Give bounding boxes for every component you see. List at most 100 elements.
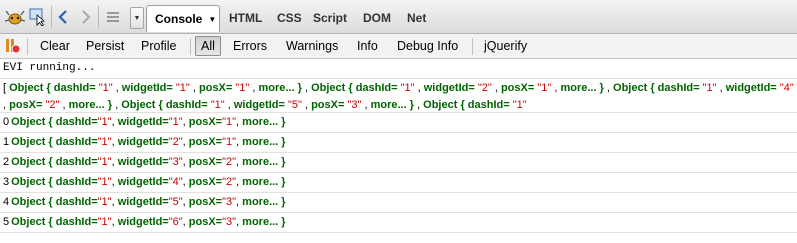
object-key[interactable]: Object { [9,82,54,94]
more-link[interactable]: more... } [242,116,285,128]
object-key: dashId= [55,196,98,208]
object-key[interactable]: posX= [199,82,235,94]
row-index: 0 [3,116,10,128]
tab-script[interactable]: Script [313,11,347,25]
profile-button[interactable]: Profile [141,39,176,53]
object-key[interactable]: posX= [9,99,45,111]
more-link[interactable]: more... } [242,216,285,228]
filter-warnings-button[interactable]: Warnings [286,39,338,53]
object-key: posX= [188,116,223,128]
more-link[interactable]: more... } [242,176,285,188]
object-key[interactable]: Object { [121,99,166,111]
log-row[interactable]: 2 Object { dashId="1", widgetId="3", posX… [0,153,797,173]
string-value: "5" [168,196,183,208]
row-index: 4 [3,196,10,208]
object-link[interactable]: Object { [11,116,56,128]
toolbar-separator [190,38,191,55]
object-key[interactable]: dashId= [166,99,211,111]
log-row[interactable]: 3 Object { dashId="1", widgetId="4", posX… [0,173,797,193]
object-key: widgetId= [117,216,169,228]
object-key[interactable]: dashId= [54,82,99,94]
filter-info-button[interactable]: Info [357,39,378,53]
string-value: "2" [477,82,495,94]
filter-all-label: All [201,39,215,53]
forward-arrow-icon[interactable] [78,6,94,28]
object-key[interactable]: Object { [311,82,356,94]
object-key[interactable]: widgetId= [234,99,288,111]
object-key[interactable]: posX= [501,82,537,94]
jquerify-button[interactable]: jQuerify [484,39,527,53]
more-link[interactable]: more... } [242,136,285,148]
string-value: "3" [347,99,365,111]
string-value: "1" [97,176,112,188]
log-row-array[interactable]: [ Object { dashId= "1" , widgetId= "1" ,… [0,79,797,113]
toolbar-separator [98,6,99,28]
firebug-icon[interactable] [4,6,26,28]
toolbar-separator [27,38,28,55]
string-value: "6" [168,216,183,228]
string-value: "2" [45,99,63,111]
object-key[interactable]: dashId= [468,99,513,111]
object-key[interactable]: more... } [560,82,606,94]
persist-button[interactable]: Persist [86,39,124,53]
object-key[interactable]: widgetId= [726,82,780,94]
log-row[interactable]: 4 Object { dashId="1", widgetId="5", posX… [0,193,797,213]
object-link[interactable]: Object { [11,176,56,188]
more-link[interactable]: more... } [242,156,285,168]
string-value: "2" [222,176,237,188]
object-key[interactable]: posX= [311,99,347,111]
string-value: "1" [98,82,116,94]
chevron-down-icon[interactable]: ▼ [130,7,144,29]
string-value: "5" [287,99,305,111]
string-value: "1" [222,136,237,148]
string-value: "4" [779,82,794,94]
object-key[interactable]: more... } [371,99,417,111]
object-link[interactable]: Object { [11,216,56,228]
string-value: "2" [222,156,237,168]
filter-debug-info-button[interactable]: Debug Info [397,39,458,53]
tab-html[interactable]: HTML [229,11,262,25]
object-key[interactable]: more... } [69,99,115,111]
object-key: widgetId= [117,136,169,148]
back-arrow-icon[interactable] [55,6,71,28]
string-value: "1" [702,82,720,94]
filter-all-button[interactable]: All [195,36,221,56]
object-key[interactable]: Object { [613,82,658,94]
object-key[interactable]: dashId= [356,82,401,94]
log-row[interactable]: 1 Object { dashId="1", widgetId="2", posX… [0,133,797,153]
tab-console[interactable]: Console ▼ [146,5,220,32]
clear-button[interactable]: Clear [40,39,70,53]
log-message: EVI running... [3,62,96,74]
object-link[interactable]: Object { [11,136,56,148]
tab-css[interactable]: CSS [277,11,302,25]
object-key[interactable]: widgetId= [122,82,176,94]
more-link[interactable]: more... } [242,196,285,208]
object-link[interactable]: Object { [11,196,56,208]
break-on-error-icon[interactable] [3,37,21,58]
object-key: posX= [188,156,223,168]
string-value: "1" [175,82,193,94]
string-value: "1" [97,116,112,128]
toolbar-separator [472,38,473,55]
log-row[interactable]: 0 Object { dashId="1", widgetId="1", posX… [0,113,797,133]
tab-net[interactable]: Net [407,11,426,25]
row-index: 3 [3,176,10,188]
object-key[interactable]: Object { [423,99,468,111]
chevron-down-icon[interactable]: ▼ [208,15,216,24]
string-value: "3" [222,196,237,208]
tab-dom[interactable]: DOM [363,11,391,25]
log-row[interactable]: 5 Object { dashId="1", widgetId="6", posX… [0,213,797,233]
inspect-icon[interactable] [28,6,48,28]
string-value: "1" [512,99,527,111]
string-value: "1" [222,116,237,128]
string-value: "1" [97,216,112,228]
row-index: 5 [3,216,10,228]
object-key[interactable]: widgetId= [424,82,478,94]
console-toolbar: Clear Persist Profile All Errors Warning… [0,34,797,59]
object-key: dashId= [55,116,98,128]
object-key[interactable]: dashId= [658,82,703,94]
menu-icon[interactable] [104,6,122,28]
filter-errors-button[interactable]: Errors [233,39,267,53]
object-key[interactable]: more... } [258,82,304,94]
object-link[interactable]: Object { [11,156,56,168]
